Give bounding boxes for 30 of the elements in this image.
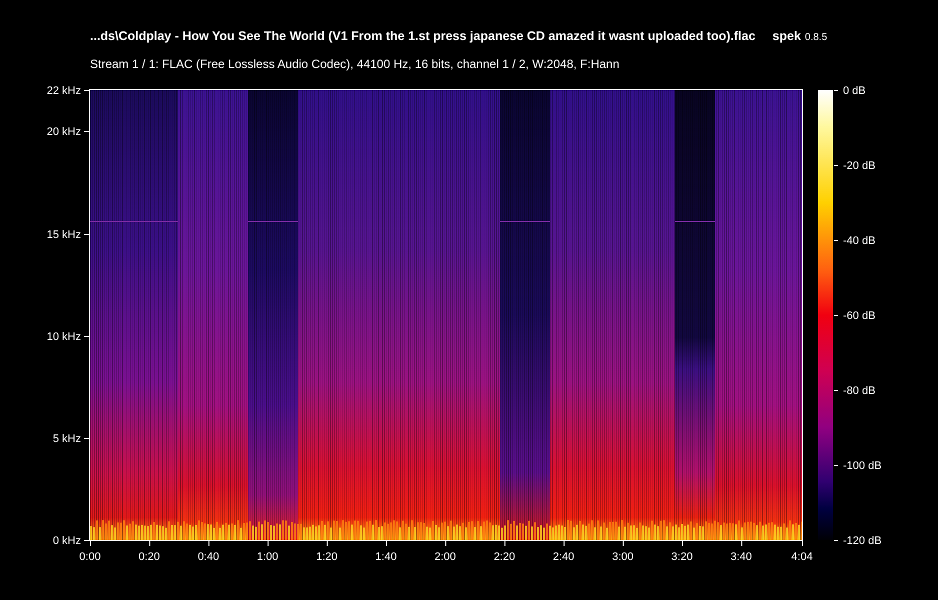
db-label: -120 dB: [843, 535, 882, 547]
time-label: 4:04: [791, 551, 813, 563]
app-version: 0.8.5: [804, 32, 828, 43]
time-label: 3:40: [730, 551, 752, 563]
frequency-label: 15 kHz: [46, 229, 81, 241]
time-label: 0:20: [138, 551, 160, 563]
time-label: 2:00: [434, 551, 456, 563]
db-label: -40 dB: [843, 235, 876, 247]
db-label: 0 dB: [843, 85, 866, 97]
time-label: 3:20: [671, 551, 693, 563]
time-label: 0:00: [79, 551, 101, 563]
db-label: -20 dB: [843, 160, 876, 172]
time-label: 2:20: [494, 551, 516, 563]
file-title: ...ds\Coldplay - How You See The World (V1 From the 1.st press japanese CD amazed it wasnt uploaded too).flac: [90, 29, 756, 43]
frequency-label: 10 kHz: [46, 331, 81, 343]
time-label: 0:40: [198, 551, 220, 563]
db-label: -100 dB: [843, 460, 882, 472]
frequency-label: 5 kHz: [52, 433, 81, 445]
time-label: 3:00: [612, 551, 634, 563]
frequency-label: 22 kHz: [46, 85, 81, 97]
stream-info: Stream 1 / 1: FLAC (Free Lossless Audio Codec), 44100 Hz, 16 bits, channel 1 / 2, W:2048, F:Hann: [90, 57, 620, 71]
time-label: 1:20: [316, 551, 338, 563]
db-label: -80 dB: [843, 385, 876, 397]
time-label: 1:00: [256, 551, 278, 563]
frequency-label: 0 kHz: [52, 535, 81, 547]
db-label: -60 dB: [843, 310, 876, 322]
time-label: 2:40: [552, 551, 574, 563]
app-name: spek: [772, 29, 801, 43]
time-label: 1:40: [375, 551, 397, 563]
frequency-label: 20 kHz: [46, 126, 81, 138]
